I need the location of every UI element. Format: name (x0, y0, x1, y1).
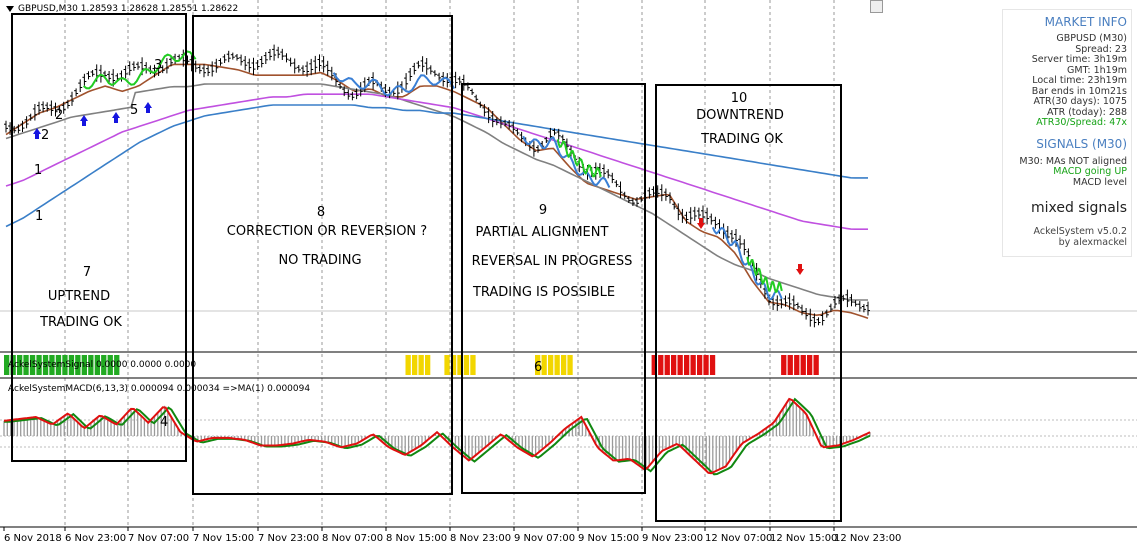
signal-bar-red (794, 355, 800, 375)
signal-bar-yellow (561, 355, 567, 375)
uptrend-label: UPTREND (48, 289, 110, 304)
annotation-2: 2 (41, 128, 49, 143)
x-tick-label: 7 Nov 23:00 (258, 533, 319, 544)
market-info-title: MARKET INFO (1044, 15, 1127, 29)
annotation-4: 4 (160, 415, 168, 430)
x-tick-label: 12 Nov 15:00 (770, 533, 837, 544)
annotation-3: 3 (154, 58, 162, 73)
signal-bar-yellow (444, 355, 450, 375)
signal-bar-yellow (554, 355, 560, 375)
signal-bar-red (703, 355, 709, 375)
annotation-1: 1 (35, 209, 43, 224)
signals-rows: M30: MAs NOT aligned MACD going UP MACD le… (1003, 156, 1127, 189)
version-text: AckelSystem v5.0.2 (1033, 226, 1127, 237)
summary-text: mixed signals (1030, 200, 1127, 216)
x-tick-label: 12 Nov 07:00 (705, 533, 772, 544)
signal-bar-yellow (405, 355, 411, 375)
author-text: by alexmackel (1058, 237, 1127, 248)
x-tick-label: 7 Nov 07:00 (128, 533, 189, 544)
signal-bar-red (684, 355, 690, 375)
signal-bar-red (690, 355, 696, 375)
x-tick-label: 8 Nov 15:00 (386, 533, 447, 544)
reversal-label: REVERSAL IN PROGRESS (472, 254, 633, 269)
box-number-8: 8 (317, 205, 325, 220)
chart-window: { "header": { "title": "GBPUSD,M30", "oh… (0, 0, 1137, 549)
signal-row: MACD level (1072, 176, 1127, 188)
trading-ok-label: TRADING OK (700, 132, 783, 147)
chart-canvas: 7 UPTREND TRADING OK 8 CORRECTION OR REV… (0, 0, 1137, 549)
signal-bar-red (709, 355, 716, 375)
market-info-rows: GBPUSD (M30) Spread: 23 Server time: 3h19m… (1003, 33, 1127, 129)
x-tick-label: 6 Nov 23:00 (65, 533, 126, 544)
signal-bar-yellow (425, 355, 431, 375)
signals-title: SIGNALS (M30) (1036, 136, 1127, 151)
chart-title: GBPUSD,M30 1.28593 1.28628 1.28551 1.286… (18, 4, 239, 14)
x-tick-label: 7 Nov 15:00 (193, 533, 254, 544)
correction-label: CORRECTION OR REVERSION ? (227, 224, 427, 239)
market-info-row: ATR30/Spread: 47x (1036, 117, 1127, 128)
signal-bar-red (671, 355, 677, 375)
market-info-row: Server time: 3h19m (1031, 54, 1127, 65)
signal-bar-red (658, 355, 664, 375)
x-tick-label: 8 Nov 07:00 (322, 533, 383, 544)
x-tick-label: 9 Nov 23:00 (642, 533, 703, 544)
market-info-panel: MARKET INFO GBPUSD (M30) Spread: 23 Server… (1002, 9, 1132, 257)
signal-bar-red (677, 355, 683, 375)
signal-bar-yellow (412, 355, 418, 375)
box-number-9: 9 (539, 203, 547, 218)
signal-bar-red (664, 355, 670, 375)
macd-indicator-label: AckelSystemMACD(6,13,3) 0.000094 0.00003… (8, 384, 310, 394)
signal-bar-red (781, 355, 787, 375)
x-tick-label: 9 Nov 15:00 (578, 533, 639, 544)
market-info-row: Local time: 23h19m (1032, 75, 1127, 86)
signal-bar-yellow (418, 355, 424, 375)
partial-alignment-label: PARTIAL ALIGNMENT (476, 225, 609, 240)
signal-bar-yellow (567, 355, 573, 375)
x-tick-label: 8 Nov 23:00 (450, 533, 511, 544)
window-control-button[interactable] (870, 0, 883, 13)
x-tick-label: 6 Nov 2018 (4, 533, 62, 544)
trading-ok-label: TRADING OK (39, 315, 122, 330)
annotation-2: 2 (55, 108, 63, 123)
market-info-row: GBPUSD (M30) (1056, 33, 1127, 44)
signal-row: MACD going UP (1053, 166, 1127, 177)
no-trading-label: NO TRADING (278, 253, 361, 268)
signal-indicator-label: AckelSystemSignal 0.0000 0.0000 0.0000 (8, 360, 196, 370)
signal-bar-red (787, 355, 793, 375)
box-number-7: 7 (83, 265, 91, 280)
signal-bar-red (807, 355, 813, 375)
chart-menu-icon[interactable] (6, 6, 14, 12)
box-number-10: 10 (731, 91, 748, 106)
signal-bar-yellow (548, 355, 554, 375)
annotation-1: 1 (34, 163, 42, 178)
signal-bar-yellow (463, 355, 470, 375)
chart-background (0, 0, 1137, 549)
market-info-row: ATR(30 days): 1075 (1033, 96, 1127, 107)
signal-bar-red (800, 355, 806, 375)
annotation-6: 6 (534, 360, 542, 375)
signal-bar-red (813, 355, 819, 375)
x-tick-label: 12 Nov 23:00 (834, 533, 901, 544)
downtrend-label: DOWNTREND (696, 108, 784, 123)
signal-bar-yellow (470, 355, 476, 375)
signal-bar-yellow (541, 355, 547, 375)
trading-possible-label: TRADING IS POSSIBLE (472, 285, 615, 300)
x-tick-label: 9 Nov 07:00 (514, 533, 575, 544)
annotation-5: 5 (130, 103, 138, 118)
signal-bar-red (697, 355, 703, 375)
